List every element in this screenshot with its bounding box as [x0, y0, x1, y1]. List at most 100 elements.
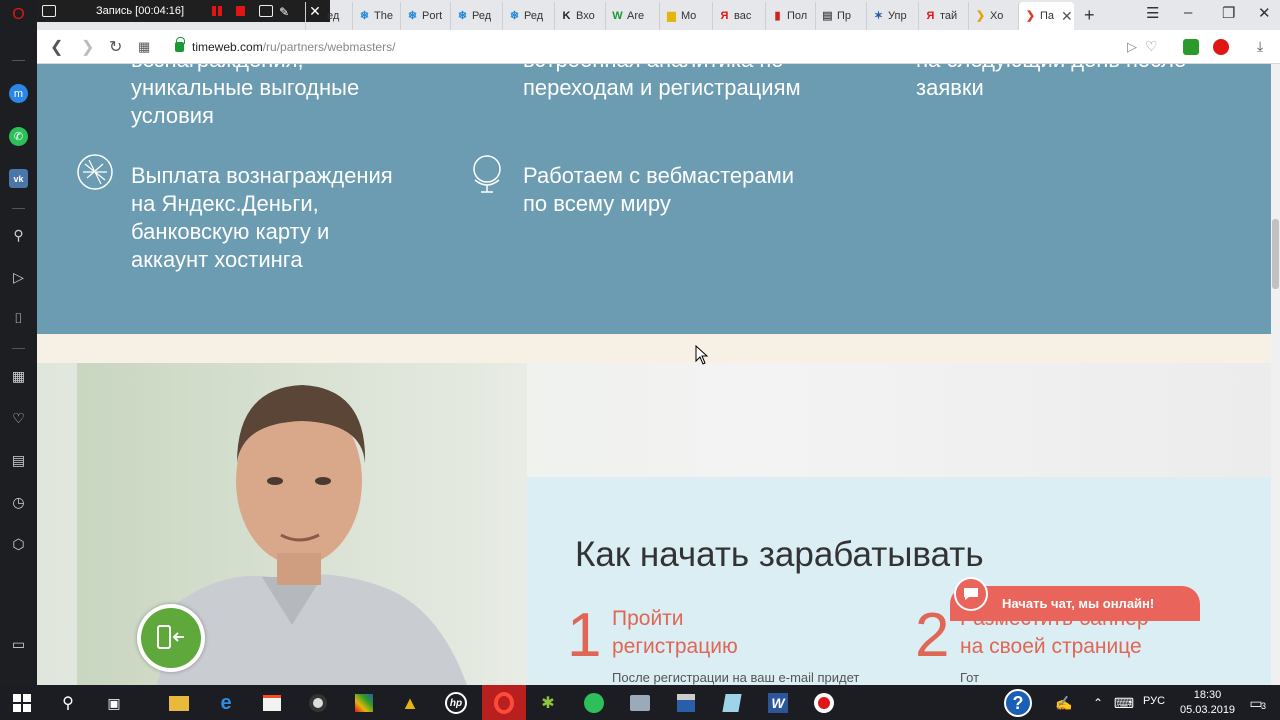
word-icon[interactable]: W — [766, 691, 790, 715]
news-icon[interactable]: ▤ — [9, 451, 28, 470]
how-to-start-section: Как начать зарабатывать 1 Пройти регистр… — [37, 363, 1271, 685]
pause-icon[interactable] — [212, 6, 217, 16]
stop-icon[interactable] — [236, 6, 246, 16]
save-disk-icon[interactable] — [674, 691, 698, 715]
benefit-col2-cut: встроенная аналитика по — [523, 64, 784, 74]
close-window-button[interactable]: ✕ — [1258, 4, 1271, 22]
chat-label: Начать чат, мы онлайн! — [1002, 596, 1155, 611]
browser-tab[interactable]: ❄ Port — [400, 2, 451, 30]
benefits-section: вознаграждения, уникальные выгодные усло… — [37, 64, 1271, 334]
bookmarks-heart-icon[interactable]: ♡ — [9, 409, 28, 428]
lock-icon — [175, 37, 185, 52]
reload-button[interactable]: ↻ — [109, 37, 122, 57]
mouse-cursor-icon — [695, 345, 709, 365]
browser-tab[interactable]: ❄ The — [352, 2, 403, 30]
chat-widget[interactable]: Начать чат, мы онлайн! — [950, 576, 1200, 621]
clock-time: 18:30 — [1193, 689, 1222, 701]
browser-tab[interactable]: ❄ Ред — [502, 2, 553, 30]
whatsapp-taskbar-icon[interactable] — [582, 691, 606, 715]
benefit-payout-text: Выплата вознаграждения на Яндекс.Деньги,… — [131, 163, 393, 272]
webmoney-globe-icon — [77, 154, 113, 190]
flow-send-icon[interactable]: ▷ — [9, 268, 28, 287]
url-input[interactable]: timeweb.com/ru/partners/webmasters/ — [169, 36, 1209, 58]
tab-favicon-icon: ❯ — [1025, 9, 1036, 22]
page-scrollbar[interactable] — [1271, 64, 1280, 685]
scrollbar-thumb[interactable] — [1272, 219, 1279, 289]
maximize-button[interactable]: ❐ — [1222, 4, 1235, 22]
task-view-icon[interactable]: ▣ — [102, 691, 126, 715]
tab-favicon-icon: ▆ — [667, 9, 676, 22]
how-to-start-title: Как начать зарабатывать — [575, 535, 984, 574]
help-icon[interactable]: ? — [1003, 688, 1033, 718]
browser-tab[interactable]: ▤ Пр — [815, 2, 866, 30]
tab-favicon-icon: ▮ — [774, 9, 781, 22]
clock-date: 05.03.2019 — [1180, 704, 1236, 716]
chat-bubble-icon — [954, 576, 988, 611]
pen-input-icon[interactable]: ✍ — [1052, 691, 1076, 715]
google-drive-icon[interactable]: ▲ — [398, 691, 422, 715]
opera-taskbar-icon[interactable] — [482, 685, 526, 720]
browser-tab[interactable]: ❯ Хо — [968, 2, 1019, 30]
browser-tab[interactable]: ▮ Пол — [765, 2, 816, 30]
network-app-icon[interactable] — [628, 691, 652, 715]
pen-icon[interactable]: ✎ — [279, 5, 293, 19]
browser-tab[interactable]: ❯ Па ✕ — [1018, 2, 1074, 30]
edge-icon[interactable]: e — [214, 691, 238, 715]
browser-tab[interactable]: Ятай — [918, 2, 969, 30]
tray-chevron-icon[interactable]: ⌃ — [1086, 691, 1110, 715]
downloads-icon[interactable]: ⤓ — [1257, 38, 1263, 55]
tab-label: Хо — [990, 10, 1004, 22]
messenger-icon[interactable]: m — [9, 84, 28, 103]
speed-dial-icon[interactable]: ▦ — [9, 367, 28, 386]
history-clock-icon[interactable]: ◷ — [9, 493, 28, 512]
snapshot-camera-icon[interactable]: ⌷ — [9, 309, 28, 328]
app-icon[interactable]: ✱ — [536, 691, 560, 715]
vk-icon[interactable]: vk — [9, 169, 28, 188]
system-clock[interactable]: 18:30 05.03.2019 — [1180, 688, 1235, 718]
browser-tab[interactable]: ▆ Mo — [659, 2, 710, 30]
store-icon[interactable] — [260, 691, 284, 715]
back-button[interactable]: ❮ — [50, 37, 63, 57]
callback-phone-button[interactable] — [137, 604, 205, 672]
colorful-app-icon[interactable] — [352, 691, 376, 715]
speed-dial-icon[interactable]: ▦ — [138, 39, 150, 55]
keyboard-icon[interactable]: ⌨ — [1112, 691, 1136, 715]
tab-label: ед — [327, 10, 340, 22]
sidebar-toggle-icon[interactable]: ▭ — [9, 635, 28, 654]
camera-icon[interactable] — [259, 5, 274, 17]
benefit-col1-cut: вознаграждения, — [131, 64, 304, 74]
extension-icon-red[interactable] — [1213, 39, 1229, 55]
whatsapp-icon[interactable]: ✆ — [9, 127, 28, 146]
opera-logo-icon[interactable]: O — [9, 5, 28, 24]
search-icon[interactable]: ⚲ — [56, 691, 80, 715]
send-icon[interactable]: ▷ — [1127, 39, 1137, 55]
browser-tab[interactable]: ед — [305, 2, 356, 30]
tab-menu-icon[interactable]: ☰ — [1146, 4, 1159, 22]
bookmark-heart-icon[interactable]: ♡ — [1145, 38, 1158, 55]
hp-icon[interactable]: hp — [444, 691, 468, 715]
minimize-button[interactable]: – — [1184, 4, 1192, 21]
recorder-app-icon[interactable] — [812, 691, 836, 715]
new-tab-button[interactable]: + — [1084, 5, 1095, 26]
step-2-number: 2 — [915, 601, 950, 670]
screen-icon[interactable] — [42, 5, 56, 17]
step-1-title[interactable]: Пройти регистрацию — [612, 605, 738, 661]
tab-label: Пр — [837, 10, 852, 22]
globe-icon — [473, 155, 501, 193]
close-tab-icon[interactable]: ✕ — [1061, 8, 1073, 25]
windows-start-icon[interactable] — [10, 691, 34, 715]
forward-button[interactable]: ❯ — [81, 37, 94, 57]
extension-icon-green[interactable] — [1183, 39, 1199, 55]
browser-tab[interactable]: ❄ Ред — [450, 2, 501, 30]
camera-app-icon[interactable] — [306, 691, 330, 715]
file-explorer-icon[interactable] — [167, 691, 191, 715]
input-language[interactable]: РУС — [1143, 695, 1165, 707]
browser-tab[interactable]: W Are — [605, 2, 656, 30]
search-icon[interactable]: ⚲ — [9, 226, 28, 245]
notepad-icon[interactable] — [720, 691, 744, 715]
browser-tab[interactable]: Явас — [712, 2, 763, 30]
extensions-cube-icon[interactable]: ⬡ — [9, 535, 28, 554]
step-2-description: Гот — [960, 670, 980, 685]
browser-tab[interactable]: ✶ Упр — [866, 2, 917, 30]
browser-tab[interactable]: K Вхо — [554, 2, 605, 30]
